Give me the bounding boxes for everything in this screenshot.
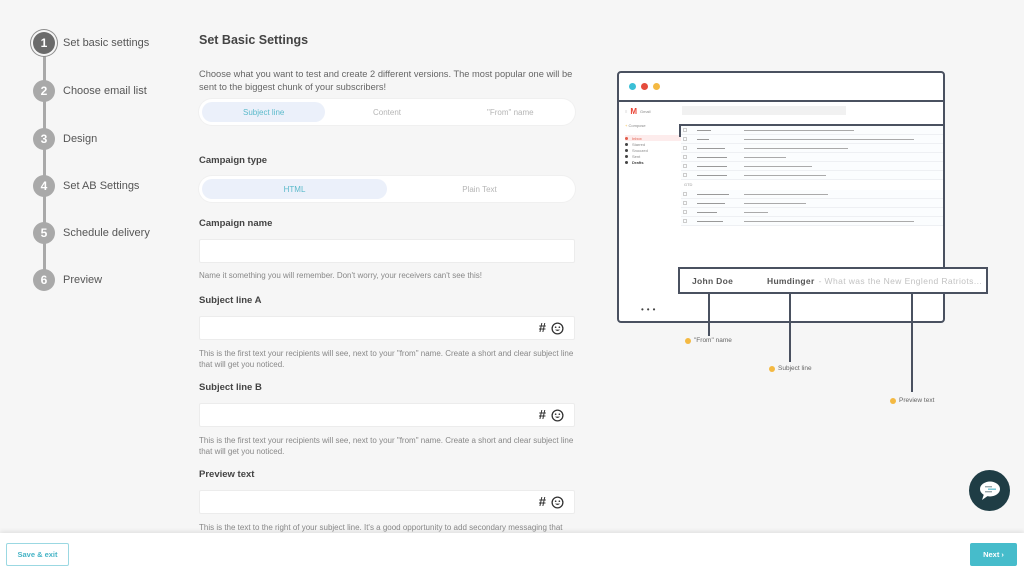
step-number: 5 <box>33 222 55 244</box>
tag-subject-line: Subject line <box>769 365 812 372</box>
step-label: Preview <box>63 274 103 286</box>
folder-label: Starred <box>632 141 646 147</box>
step-number: 2 <box>33 80 55 102</box>
personalization-hash-icon[interactable]: # <box>539 321 546 335</box>
message-row <box>681 190 943 199</box>
test-option-subject-line[interactable]: Subject line <box>202 102 326 122</box>
step-label: Choose email list <box>63 85 147 97</box>
connector-line <box>789 294 791 362</box>
message-row <box>681 199 943 208</box>
step-number: 3 <box>33 128 55 150</box>
step-label: Design <box>63 133 98 145</box>
personalization-hash-icon[interactable]: # <box>539 408 546 422</box>
window-titlebar <box>619 73 943 102</box>
step-schedule-delivery[interactable]: 5 Schedule delivery <box>33 222 150 244</box>
subject-a-help: This is the first text your recipients w… <box>199 349 574 369</box>
tag-label: Preview text <box>899 397 935 404</box>
compose-item: + Compose <box>625 123 681 128</box>
gmail-m-icon: M <box>630 107 638 116</box>
step-label: Schedule delivery <box>63 227 150 239</box>
folder-label: Snoozed <box>632 147 648 153</box>
step-design[interactable]: 3 Design <box>33 128 97 150</box>
step-set-ab-settings[interactable]: 4 Set AB Settings <box>33 175 139 197</box>
message-row <box>681 208 943 217</box>
gmail-name: Gmail <box>640 109 651 114</box>
message-row <box>681 162 943 171</box>
callout-preview-text: - What was the New Englend Ratriots... <box>818 275 983 286</box>
section-header: GTD <box>684 182 693 187</box>
gmail-logo: ≡ M Gmail <box>625 107 681 116</box>
inbox-row-callout: John Doe Humdinger - What was the New En… <box>678 267 988 294</box>
message-row <box>681 217 943 226</box>
gmail-search-bar <box>682 106 846 115</box>
folder-drafts: Drafts <box>625 159 681 165</box>
step-number: 1 <box>33 32 55 54</box>
emoji-smile-icon[interactable] <box>551 495 564 509</box>
campaign-name-input[interactable] <box>199 239 575 263</box>
emoji-smile-icon[interactable] <box>551 321 564 335</box>
subject-b-help: This is the first text your recipients w… <box>199 436 574 456</box>
yellow-dot-icon <box>685 337 691 344</box>
tag-label: Subject line <box>778 365 812 372</box>
gmail-message-list: GTD <box>679 124 945 226</box>
intro-text: Choose what you want to test and create … <box>199 69 573 92</box>
callout-subject: Humdinger <box>767 275 815 286</box>
campaign-name-help: Name it something you will remember. Don… <box>199 271 483 280</box>
campaign-type-plain-text[interactable]: Plain Text <box>387 179 572 199</box>
emoji-smile-icon[interactable] <box>551 408 564 422</box>
compose-label: Compose <box>628 123 646 128</box>
step-number: 6 <box>33 269 55 291</box>
campaign-type-selector: HTML Plain Text <box>199 176 575 202</box>
step-choose-email-list[interactable]: 2 Choose email list <box>33 80 147 102</box>
plus-icon: + <box>625 123 628 128</box>
footer-bar: Save & exit Next › <box>0 533 1024 576</box>
folder-label: Inbox <box>632 135 642 141</box>
message-row <box>679 124 945 137</box>
folder-label: Sent <box>632 153 641 159</box>
subject-b-label: Subject line B <box>199 382 262 393</box>
subject-a-input[interactable]: # <box>199 316 575 340</box>
message-row <box>681 144 943 153</box>
campaign-type-label: Campaign type <box>199 155 268 166</box>
preview-text-input[interactable]: # <box>199 490 575 514</box>
page-title: Set Basic Settings <box>199 33 309 47</box>
tag-label: "From" name <box>694 337 732 344</box>
preview-text-help: This is the text to the right of your su… <box>199 523 563 532</box>
step-label: Set AB Settings <box>63 180 140 192</box>
subject-a-label: Subject line A <box>199 295 262 306</box>
connector-line <box>708 294 710 336</box>
window-dot-red <box>641 83 648 90</box>
window-dot-blue <box>629 83 636 90</box>
menu-icon: ≡ <box>625 109 628 114</box>
step-set-basic-settings[interactable]: 1 Set basic settings <box>33 32 149 54</box>
test-option-content[interactable]: Content <box>325 102 448 122</box>
campaign-name-label: Campaign name <box>199 218 273 229</box>
tag-from-name: "From" name <box>685 337 732 344</box>
step-preview[interactable]: 6 Preview <box>33 269 102 291</box>
connector-line <box>911 294 913 392</box>
message-row <box>681 153 943 162</box>
chat-bubble-icon <box>979 481 1000 500</box>
test-option-from-name[interactable]: "From" name <box>449 102 572 122</box>
yellow-dot-icon <box>890 397 896 404</box>
step-number: 4 <box>33 175 55 197</box>
preview-text-label: Preview text <box>199 469 255 480</box>
message-row <box>681 135 943 144</box>
save-exit-button[interactable]: Save & exit <box>6 543 69 566</box>
personalization-hash-icon[interactable]: # <box>539 495 546 509</box>
campaign-type-html[interactable]: HTML <box>202 179 387 199</box>
message-row <box>681 171 943 180</box>
yellow-dot-icon <box>769 365 775 372</box>
gmail-sidebar: ≡ M Gmail + Compose Inbox Starred Snooze… <box>625 107 681 165</box>
next-button[interactable]: Next › <box>970 543 1017 566</box>
more-dots-icon: ••• <box>641 305 659 314</box>
subject-b-input[interactable]: # <box>199 403 575 427</box>
folder-label: Drafts <box>632 159 644 165</box>
window-dot-yellow <box>653 83 660 90</box>
step-label: Set basic settings <box>63 37 150 49</box>
chat-support-button[interactable] <box>969 470 1010 511</box>
test-type-selector: Subject line Content "From" name <box>199 99 575 125</box>
callout-from-name: John Doe <box>692 275 734 286</box>
tag-preview-text: Preview text <box>890 397 934 404</box>
